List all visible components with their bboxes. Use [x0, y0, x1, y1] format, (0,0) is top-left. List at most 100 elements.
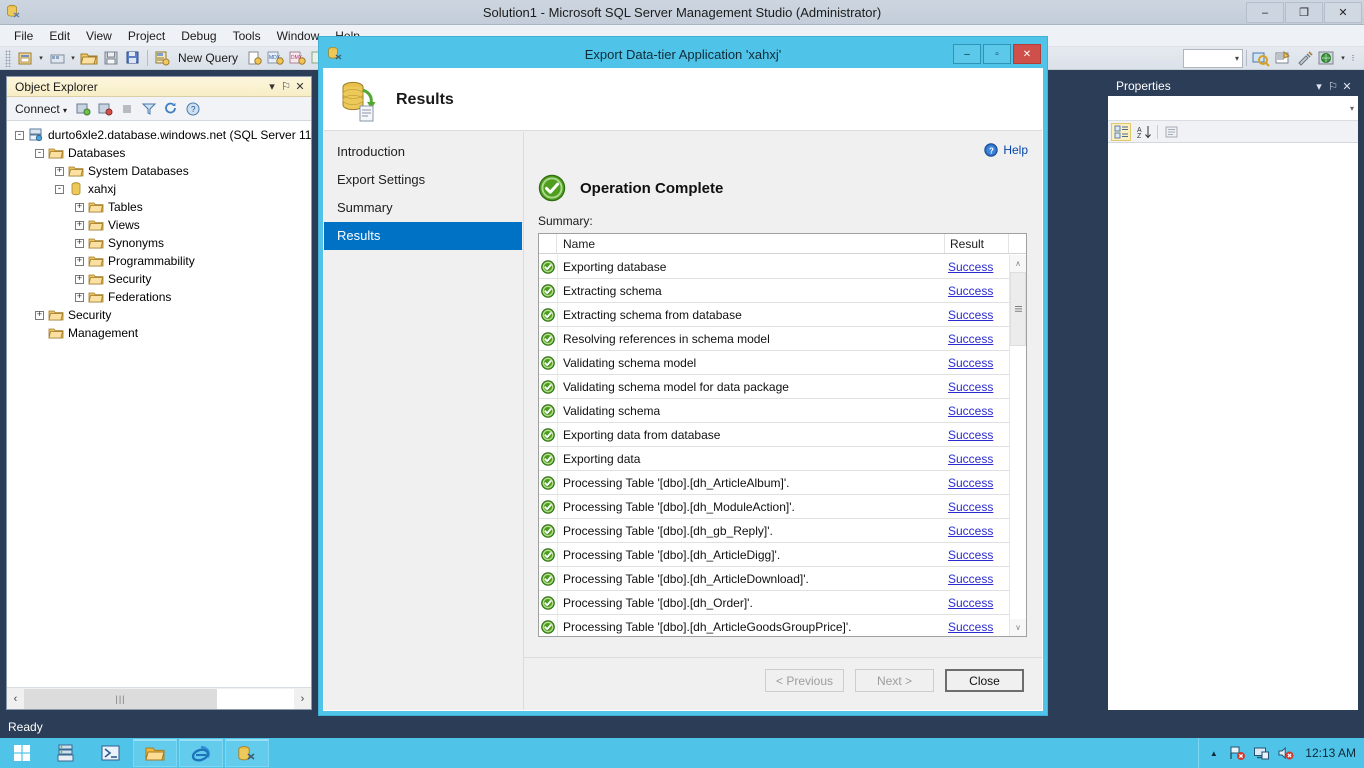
header-result-column[interactable]: Result: [945, 234, 1009, 253]
header-name-column[interactable]: Name: [557, 234, 945, 253]
help-label[interactable]: Help: [1003, 143, 1028, 157]
dialog-nav-item[interactable]: Results: [324, 222, 522, 250]
volume-muted-icon[interactable]: [1277, 745, 1294, 762]
close-button[interactable]: ✕: [1324, 2, 1362, 23]
toolbar-grip[interactable]: [5, 49, 11, 67]
tree-node[interactable]: - Databases: [7, 144, 311, 162]
collapse-icon[interactable]: -: [15, 130, 24, 140]
new-mdx-query-icon[interactable]: MDX: [265, 48, 287, 68]
new-item-icon[interactable]: [46, 48, 68, 68]
row-result-link[interactable]: Success: [948, 332, 993, 346]
close-icon[interactable]: ✕: [293, 80, 307, 93]
disconnect-server-icon[interactable]: [95, 99, 115, 119]
next-button[interactable]: Next >: [855, 669, 934, 692]
scroll-down-arrow-icon[interactable]: ∨: [1010, 619, 1026, 636]
expand-icon[interactable]: +: [75, 256, 84, 266]
tree-node[interactable]: + Security: [7, 306, 311, 324]
minimize-button[interactable]: –: [1246, 2, 1284, 23]
row-result-link[interactable]: Success: [948, 284, 993, 298]
properties-pin-icon[interactable]: ⚐: [1326, 80, 1340, 93]
tree-node[interactable]: - xahxj: [7, 180, 311, 198]
properties-chevron-down-icon[interactable]: ▾: [1312, 80, 1326, 93]
table-row[interactable]: Processing Table '[dbo].[dh_ArticleAlbum…: [539, 470, 1009, 495]
menu-project[interactable]: Project: [120, 27, 173, 45]
open-folder-icon[interactable]: [78, 48, 100, 68]
tree-node[interactable]: + Synonyms: [7, 234, 311, 252]
globe-icon[interactable]: [1316, 48, 1338, 68]
dialog-minimize-button[interactable]: –: [953, 44, 981, 64]
results-vscrollbar[interactable]: ∧ ∨: [1009, 255, 1026, 636]
properties-close-icon[interactable]: ✕: [1340, 80, 1354, 93]
vscroll-thumb[interactable]: [1010, 272, 1026, 346]
row-result-link[interactable]: Success: [948, 548, 993, 562]
table-row[interactable]: Processing Table '[dbo].[dh_ArticleDownl…: [539, 566, 1009, 591]
table-row[interactable]: Extracting schema Success: [539, 278, 1009, 303]
table-row[interactable]: Exporting data from database Success: [539, 422, 1009, 447]
properties-object-combo[interactable]: ▾: [1108, 96, 1358, 121]
row-result-link[interactable]: Success: [948, 380, 993, 394]
new-query-icon[interactable]: [151, 48, 173, 68]
tray-expand-icon[interactable]: ▲: [1205, 745, 1222, 762]
expand-icon[interactable]: +: [75, 238, 84, 248]
table-row[interactable]: Extracting schema from database Success: [539, 302, 1009, 327]
template-explorer-icon[interactable]: [1294, 48, 1316, 68]
tree-node[interactable]: + Security: [7, 270, 311, 288]
row-result-link[interactable]: Success: [948, 308, 993, 322]
properties-combo-arrow-icon[interactable]: ▾: [1350, 104, 1354, 113]
collapse-icon[interactable]: -: [55, 184, 64, 194]
alphabetical-sort-icon[interactable]: A Z: [1134, 123, 1154, 141]
dialog-maximize-button[interactable]: ▫: [983, 44, 1011, 64]
property-pages-icon[interactable]: [1161, 123, 1181, 141]
chevron-down-icon[interactable]: ▾: [265, 80, 279, 93]
menu-edit[interactable]: Edit: [41, 27, 78, 45]
hscroll-track[interactable]: |||: [24, 688, 294, 709]
network-flag-icon[interactable]: [1229, 745, 1246, 762]
row-result-link[interactable]: Success: [948, 572, 993, 586]
tree-node[interactable]: + Tables: [7, 198, 311, 216]
row-result-link[interactable]: Success: [948, 260, 993, 274]
row-result-link[interactable]: Success: [948, 500, 993, 514]
table-row[interactable]: Processing Table '[dbo].[dh_gb_Reply]'. S…: [539, 518, 1009, 543]
dialog-close-button[interactable]: ✕: [1013, 44, 1041, 64]
vscroll-track[interactable]: [1010, 272, 1026, 619]
table-row[interactable]: Validating schema model for data package…: [539, 374, 1009, 399]
hscroll-left-arrow-icon[interactable]: ‹: [7, 688, 24, 709]
table-row[interactable]: Processing Table '[dbo].[dh_Order]'. Succ…: [539, 590, 1009, 615]
network-status-icon[interactable]: [1253, 745, 1270, 762]
expand-icon[interactable]: +: [35, 310, 44, 320]
expand-icon[interactable]: +: [75, 202, 84, 212]
new-project-icon[interactable]: [14, 48, 36, 68]
previous-button[interactable]: < Previous: [765, 669, 844, 692]
hscroll-thumb[interactable]: |||: [24, 688, 217, 709]
tree-node[interactable]: Management: [7, 324, 311, 342]
tree-node[interactable]: - durto6xle2.database.windows.net (SQL Se…: [7, 126, 311, 144]
table-row[interactable]: Processing Table '[dbo].[dh_ArticleDigg]…: [539, 542, 1009, 567]
hscroll-right-arrow-icon[interactable]: ›: [294, 688, 311, 709]
start-button[interactable]: [0, 738, 44, 768]
menu-debug[interactable]: Debug: [173, 27, 224, 45]
clock[interactable]: 12:13 AM: [1301, 746, 1356, 760]
dialog-nav-item[interactable]: Export Settings: [324, 166, 522, 194]
toolbar-combo[interactable]: ▾: [1183, 48, 1243, 68]
server-manager-icon[interactable]: [44, 738, 88, 768]
dialog-nav-item[interactable]: Summary: [324, 194, 522, 222]
search-icon[interactable]: [1250, 48, 1272, 68]
collapse-icon[interactable]: -: [35, 148, 44, 158]
row-result-link[interactable]: Success: [948, 404, 993, 418]
categorized-view-icon[interactable]: [1111, 122, 1131, 141]
tree-node[interactable]: + Views: [7, 216, 311, 234]
expand-icon[interactable]: +: [75, 274, 84, 284]
taskbar-ssms[interactable]: [225, 739, 269, 767]
menu-view[interactable]: View: [78, 27, 120, 45]
new-project-dropdown-icon[interactable]: ▾: [36, 54, 46, 62]
menu-file[interactable]: File: [6, 27, 41, 45]
row-result-link[interactable]: Success: [948, 620, 993, 634]
new-dmx-query-icon[interactable]: DMX: [287, 48, 309, 68]
table-row[interactable]: Processing Table '[dbo].[dh_ModuleAction…: [539, 494, 1009, 519]
taskbar-file-explorer[interactable]: [133, 739, 177, 767]
globe-dropdown-icon[interactable]: ▾: [1338, 54, 1348, 62]
scroll-up-arrow-icon[interactable]: ∧: [1010, 255, 1026, 272]
toolbar-overflow-icon[interactable]: ⋮: [1348, 54, 1358, 62]
row-result-link[interactable]: Success: [948, 428, 993, 442]
new-query-label[interactable]: New Query: [173, 51, 243, 65]
